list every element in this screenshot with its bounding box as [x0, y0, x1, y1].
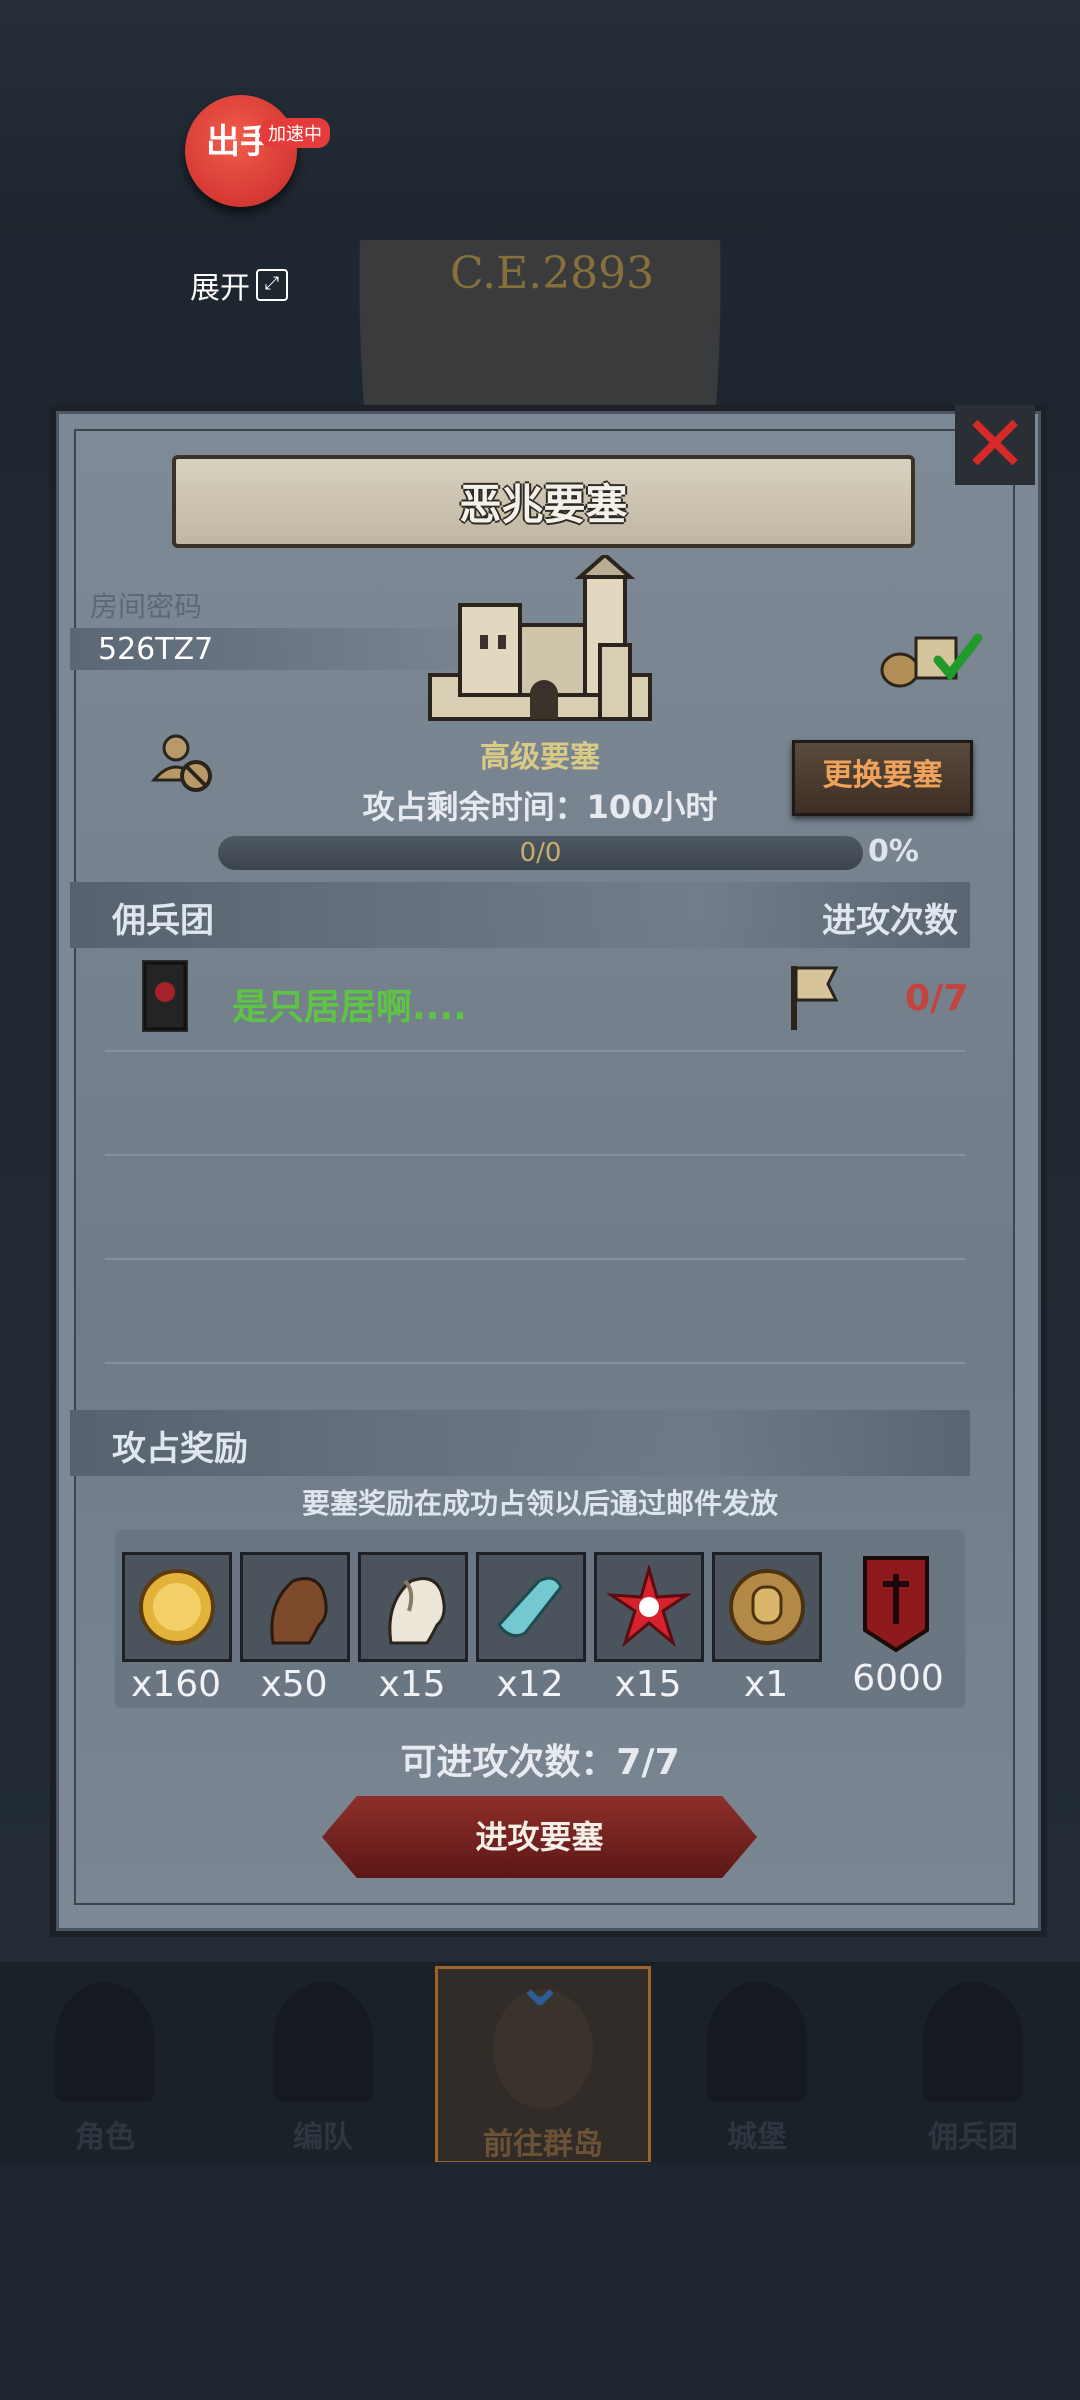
bottom-background: [0, 2162, 1080, 2400]
fortress-type-label: 高级要塞: [480, 740, 600, 775]
reward-qty: x12: [496, 1664, 564, 1705]
progress-percent: 0%: [868, 834, 919, 869]
row-divider: [105, 1154, 965, 1156]
row-divider: [105, 1050, 965, 1052]
reward-qty: x15: [378, 1664, 446, 1705]
top-band: [0, 0, 1080, 240]
knight-icon: [55, 1982, 155, 2102]
nav-label: 前往群岛: [483, 2127, 603, 2162]
nav-label: 编队: [293, 2120, 353, 2155]
reward-qty: x160: [130, 1664, 222, 1705]
attacks-remaining: 可进攻次数：7/7: [400, 1742, 680, 1783]
reward-item[interactable]: x1: [712, 1552, 822, 1705]
era-text: C.E.2893: [450, 248, 655, 299]
reward-qty: 6000: [852, 1658, 944, 1699]
castle-icon: [428, 555, 652, 721]
title-plate: 恶兆要塞: [172, 455, 915, 548]
attack-fortress-label: 进攻要塞: [475, 1818, 604, 1856]
helper-button[interactable]: 出手: [185, 95, 297, 207]
close-button[interactable]: ✕: [955, 405, 1035, 485]
white-horse-icon: [358, 1552, 468, 1662]
cloth-roll-icon: [476, 1552, 586, 1662]
reward-qty: x15: [614, 1664, 682, 1705]
nav-label: 佣兵团: [928, 2120, 1018, 2155]
time-remaining: 攻占剩余时间：100小时: [362, 788, 718, 826]
reward-item[interactable]: x50: [240, 1552, 350, 1705]
brown-horse-icon: [240, 1552, 350, 1662]
flag-icon: [791, 966, 839, 1030]
nav-item-formation[interactable]: 编队: [218, 1962, 428, 2162]
red-star-icon: [594, 1552, 704, 1662]
reward-note: 要塞奖励在成功占领以后通过邮件发放: [301, 1487, 778, 1520]
supply-check-icon: [880, 633, 983, 688]
attack-count: 0/7: [905, 978, 969, 1019]
nav-item-character[interactable]: 角色: [0, 1962, 210, 2162]
gold-coin-icon: [122, 1552, 232, 1662]
rewards-header: 攻占奖励: [112, 1429, 248, 1469]
expand-icon: ⤢: [256, 269, 288, 301]
room-code-value: 526TZ7: [98, 632, 214, 667]
chevron-down-icon: ⌄: [514, 1950, 566, 2020]
mercenary-name: 是只居居啊....: [232, 987, 467, 1028]
nav-label: 城堡: [727, 2120, 787, 2155]
row-divider: [105, 1362, 965, 1364]
mercenary-header: 佣兵团: [112, 901, 214, 941]
mercenary-icon: [923, 1982, 1023, 2102]
red-banner-icon: [844, 1552, 948, 1656]
nav-label: 角色: [75, 2120, 135, 2155]
no-person-icon: [150, 734, 212, 792]
nav-item-castle[interactable]: 城堡: [652, 1962, 862, 2162]
expand-button[interactable]: 展开 ⤢: [190, 265, 288, 306]
reward-qty: x50: [260, 1664, 328, 1705]
reward-item[interactable]: x15: [594, 1552, 704, 1705]
nav-item-mercenary[interactable]: 佣兵团: [868, 1962, 1078, 2162]
change-fortress-button[interactable]: 更换要塞: [792, 740, 973, 816]
row-divider: [105, 1258, 965, 1260]
room-code-label: 房间密码: [90, 590, 203, 623]
knight-medal-icon: [712, 1552, 822, 1662]
castle-nav-icon: [707, 1982, 807, 2102]
reward-item[interactable]: x160: [122, 1552, 232, 1705]
reward-qty: x1: [743, 1664, 789, 1705]
close-icon: ✕: [962, 400, 1028, 490]
expand-label: 展开: [190, 271, 250, 306]
progress-text: 0/0: [519, 838, 562, 868]
reward-item[interactable]: x15: [358, 1552, 468, 1705]
reward-item[interactable]: x12: [476, 1552, 586, 1705]
reward-item[interactable]: 6000: [844, 1552, 952, 1699]
panel-title: 恶兆要塞: [459, 480, 628, 529]
progress-bar: 0/0: [218, 836, 863, 870]
helper-status-badge: 加速中: [260, 118, 330, 148]
attacks-header: 进攻次数: [822, 901, 958, 941]
guild-banner-icon: [142, 960, 188, 1032]
helmet-icon: [273, 1982, 373, 2102]
